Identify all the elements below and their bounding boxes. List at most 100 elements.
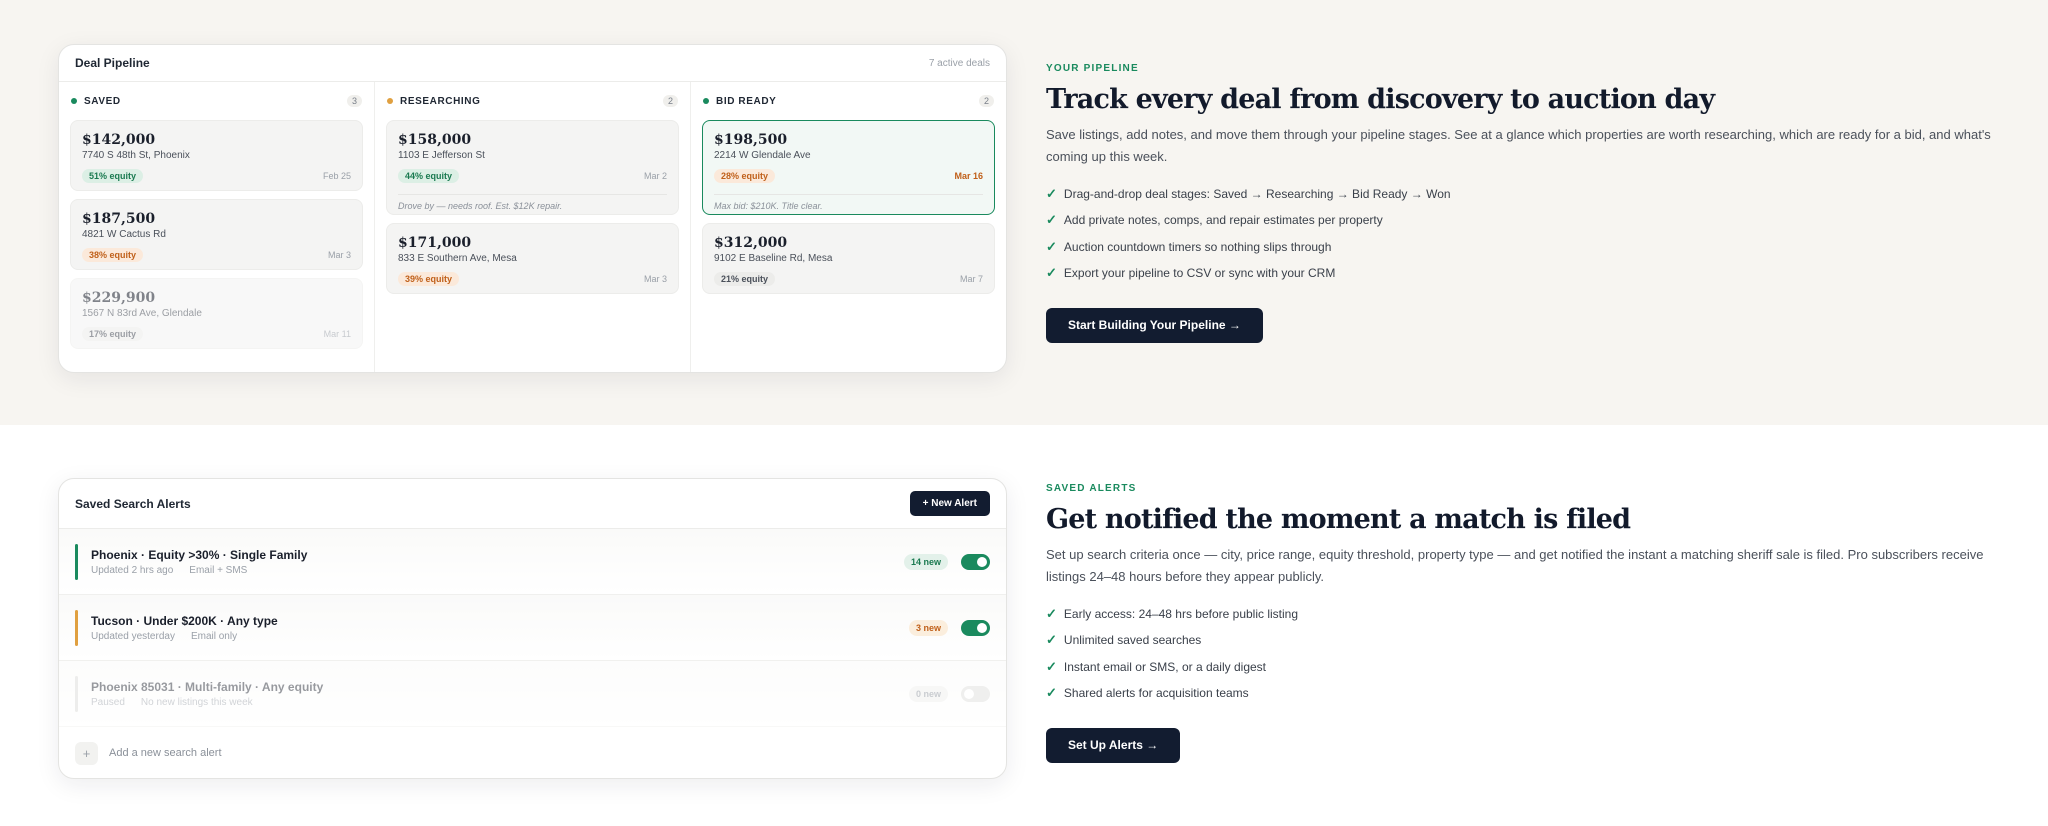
column-count: 2 — [662, 95, 678, 107]
pipeline-section: Deal Pipeline 7 active deals SAVED 3 $14… — [0, 0, 2048, 425]
deal-price: $171,000 — [398, 235, 472, 251]
feature-item: ✓ Instant email or SMS, or a daily digest — [1046, 654, 2006, 680]
alert-updated: Updated 2 hrs ago — [91, 564, 174, 576]
deal-note: Drove by — needs roof. Est. $12K repair. — [398, 194, 667, 211]
deal-card-highlighted[interactable]: $198,500 2214 W Glendale Ave 28% equity M… — [702, 120, 995, 215]
add-alert-row[interactable]: + Add a new search alert — [59, 727, 1006, 778]
equity-badge: 21% equity — [714, 272, 776, 286]
column-count: 2 — [978, 95, 994, 107]
alerts-card-header: Saved Search Alerts + New Alert — [59, 479, 1006, 529]
feature-list: ✓ Early access: 24–48 hrs before public l… — [1046, 601, 2006, 706]
deal-date: Mar 7 — [959, 274, 983, 284]
checkmark-icon: ✓ — [1046, 606, 1057, 622]
deal-address: 9102 E Baseline Rd, Mesa — [714, 253, 833, 264]
equity-badge: 44% equity — [398, 169, 460, 183]
set-up-alerts-button[interactable]: Set Up Alerts → — [1046, 728, 1181, 764]
new-count-badge: 3 new — [908, 619, 948, 636]
alert-row[interactable]: Phoenix · Equity >30% · Single Family Up… — [59, 529, 1006, 595]
alert-channel: Email only — [190, 630, 238, 642]
feature-item: ✓ Export your pipeline to CSV or sync wit… — [1046, 260, 2006, 286]
column-title: BID READY — [716, 95, 777, 107]
stage-dot-icon — [71, 98, 77, 104]
deal-date: Mar 16 — [954, 171, 983, 181]
column-bid-ready: BID READY 2 $198,500 2214 W Glendale Ave… — [691, 82, 1006, 372]
checkmark-icon: ✓ — [1046, 685, 1057, 701]
deal-address: 2214 W Glendale Ave — [714, 150, 811, 161]
stage-dot-icon — [703, 98, 709, 104]
deal-date: Feb 25 — [322, 171, 351, 181]
deal-address: 833 E Southern Ave, Mesa — [398, 253, 517, 264]
column-count: 3 — [346, 95, 362, 107]
new-count-badge: 14 new — [903, 553, 948, 570]
deal-price: $198,500 — [714, 132, 788, 148]
deal-card[interactable]: $142,000 7740 S 48th St, Phoenix 51% equ… — [70, 120, 363, 191]
deal-card[interactable]: $229,900 1567 N 83rd Ave, Glendale 17% e… — [70, 278, 363, 349]
alert-name: Phoenix · Equity >30% · Single Family — [91, 547, 308, 562]
add-alert-label: Add a new search alert — [109, 747, 222, 759]
plus-icon: + — [75, 741, 98, 765]
alert-toggle[interactable] — [961, 553, 990, 570]
deal-note: Max bid: $210K. Title clear. — [714, 194, 983, 211]
new-alert-button[interactable]: + New Alert — [909, 491, 990, 516]
stage-dot-icon — [387, 98, 393, 104]
deal-pipeline-card: Deal Pipeline 7 active deals SAVED 3 $14… — [58, 44, 1007, 373]
equity-badge: 28% equity — [714, 169, 776, 183]
feature-text: Shared alerts for acquisition teams — [1063, 686, 1249, 701]
feature-text: Export your pipeline to CSV or sync with… — [1063, 266, 1336, 281]
checkmark-icon: ✓ — [1046, 212, 1057, 228]
alert-status-bar — [75, 675, 78, 712]
section-description: Save listings, add notes, and move them … — [1046, 127, 1991, 164]
deal-price: $158,000 — [398, 132, 472, 148]
checkmark-icon: ✓ — [1046, 658, 1057, 674]
deal-address: 1103 E Jefferson St — [398, 150, 485, 161]
deal-card[interactable]: $187,500 4821 W Cactus Rd 38% equity Mar … — [70, 199, 363, 270]
feature-text: Auction countdown timers so nothing slip… — [1063, 239, 1332, 254]
alerts-card-title: Saved Search Alerts — [75, 496, 191, 511]
deal-date: Mar 3 — [327, 250, 351, 260]
column-researching: RESEARCHING 2 $158,000 1103 E Jefferson … — [375, 82, 691, 372]
section-description: Set up search criteria once — city, pric… — [1046, 547, 1984, 584]
alert-status-bar — [75, 543, 78, 580]
feature-text: Drag-and-drop deal stages: Saved → Resea… — [1063, 187, 1451, 202]
alert-channel: No new listings this week — [140, 696, 253, 708]
feature-item: ✓ Auction countdown timers so nothing sli… — [1046, 234, 2006, 260]
deal-price: $187,500 — [82, 211, 156, 227]
deal-date: Mar 11 — [323, 329, 351, 339]
checkmark-icon: ✓ — [1046, 238, 1057, 254]
alert-status-bar — [75, 609, 78, 646]
column-title: RESEARCHING — [400, 95, 481, 107]
section-eyebrow: YOUR PIPELINE — [1046, 63, 1139, 74]
alert-row[interactable]: Tucson · Under $200K · Any type Updated … — [59, 595, 1006, 661]
deal-address: 4821 W Cactus Rd — [82, 229, 166, 240]
checkmark-icon: ✓ — [1046, 186, 1057, 202]
deal-address: 1567 N 83rd Ave, Glendale — [82, 308, 202, 319]
alert-name: Tucson · Under $200K · Any type — [91, 613, 278, 628]
feature-item: ✓ Shared alerts for acquisition teams — [1046, 680, 2006, 706]
deal-card[interactable]: $171,000 833 E Southern Ave, Mesa 39% eq… — [386, 223, 679, 294]
alert-name: Phoenix 85031 · Multi-family · Any equit… — [91, 679, 324, 694]
section-heading: Track every deal from discovery to aucti… — [1046, 84, 1715, 115]
feature-item: ✓ Early access: 24–48 hrs before public l… — [1046, 601, 2006, 627]
feature-text: Add private notes, comps, and repair est… — [1063, 213, 1383, 228]
deal-address: 7740 S 48th St, Phoenix — [82, 150, 190, 161]
equity-badge: 51% equity — [82, 169, 144, 183]
equity-badge: 38% equity — [82, 248, 144, 262]
start-pipeline-button[interactable]: Start Building Your Pipeline → — [1046, 308, 1263, 344]
column-saved: SAVED 3 $142,000 7740 S 48th St, Phoenix… — [59, 82, 375, 372]
saved-alerts-card: Saved Search Alerts + New Alert Phoenix … — [58, 478, 1007, 779]
alerts-section: Saved Search Alerts + New Alert Phoenix … — [0, 425, 2048, 826]
feature-text: Early access: 24–48 hrs before public li… — [1063, 607, 1299, 622]
alert-toggle[interactable] — [961, 619, 990, 636]
column-title: SAVED — [84, 95, 121, 107]
alert-updated: Updated yesterday — [91, 630, 175, 642]
equity-badge: 39% equity — [398, 272, 460, 286]
pipeline-card-title: Deal Pipeline — [75, 56, 150, 70]
deal-price: $142,000 — [82, 132, 156, 148]
deal-card[interactable]: $312,000 9102 E Baseline Rd, Mesa 21% eq… — [702, 223, 995, 294]
feature-item: ✓ Add private notes, comps, and repair es… — [1046, 207, 2006, 233]
deal-card[interactable]: $158,000 1103 E Jefferson St 44% equity M… — [386, 120, 679, 215]
alert-row[interactable]: Phoenix 85031 · Multi-family · Any equit… — [59, 661, 1006, 727]
feature-text: Unlimited saved searches — [1063, 633, 1202, 648]
alert-toggle[interactable] — [961, 685, 990, 702]
alerts-copy: SAVED ALERTS Get notified the moment a m… — [1046, 483, 2006, 764]
